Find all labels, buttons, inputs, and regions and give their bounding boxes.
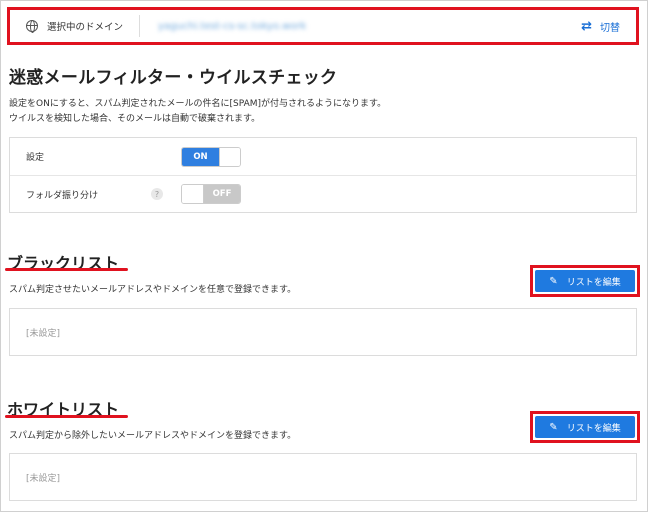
- whitelist-box: [未設定]: [9, 453, 637, 501]
- pencil-icon: ✎: [549, 275, 558, 287]
- whitelist-edit-button[interactable]: ✎ リストを編集: [535, 416, 635, 438]
- filter-section-title: 迷惑メールフィルター・ウイルスチェック: [9, 68, 338, 88]
- filter-desc-line1: 設定をONにすると、スパム判定されたメールの件名に[SPAM]が付与されるように…: [9, 99, 387, 109]
- blacklist-edit-highlight: ✎ リストを編集: [530, 265, 640, 297]
- toggle-state: ON: [182, 147, 219, 166]
- filter-desc-line2: ウイルスを検知した場合、そのメールは自動で破棄されます。: [9, 114, 261, 124]
- globe-icon: [26, 20, 38, 33]
- swap-arrows-icon: ⇄: [581, 18, 592, 34]
- blacklist-desc: スパム判定させたいメールアドレスやドメインを任意で登録できます。: [9, 285, 297, 295]
- domain-selector-bar: 選択中のドメイン yaguchi.test-cs-sc.tokyo.work ⇄…: [7, 7, 639, 45]
- blacklist-empty-text: [未設定]: [26, 328, 61, 339]
- filter-settings-table: 設定 ON フォルダ振り分け ? OFF: [9, 137, 637, 213]
- toggle-state: OFF: [204, 185, 240, 203]
- setting-row-folder: フォルダ振り分け ? OFF: [10, 175, 636, 212]
- whitelist-empty-text: [未設定]: [26, 473, 61, 484]
- blacklist-edit-button[interactable]: ✎ リストを編集: [535, 270, 635, 292]
- filter-enable-toggle[interactable]: ON: [181, 146, 241, 167]
- toggle-knob: [219, 147, 240, 166]
- switch-domain-button[interactable]: ⇄ 切替: [581, 19, 620, 34]
- divider: [139, 15, 141, 37]
- blacklist-title-underline: [5, 268, 128, 271]
- blacklist-box: [未設定]: [9, 308, 637, 356]
- setting-label: 設定: [26, 153, 45, 163]
- edit-button-label: リストを編集: [566, 277, 621, 288]
- whitelist-desc: スパム判定から除外したいメールアドレスやドメインを登録できます。: [9, 431, 297, 441]
- edit-button-label: リストを編集: [566, 423, 621, 434]
- domain-label: 選択中のドメイン: [47, 22, 124, 33]
- whitelist-title-underline: [5, 415, 128, 418]
- folder-sort-toggle[interactable]: OFF: [181, 184, 241, 204]
- pencil-icon: ✎: [549, 421, 558, 433]
- switch-label: 切替: [600, 22, 620, 34]
- toggle-knob: [182, 185, 204, 203]
- selected-domain: yaguchi.test-cs-sc.tokyo.work: [158, 20, 307, 32]
- help-icon[interactable]: ?: [151, 188, 163, 200]
- setting-row-enable: 設定 ON: [10, 138, 636, 175]
- whitelist-edit-highlight: ✎ リストを編集: [530, 411, 640, 443]
